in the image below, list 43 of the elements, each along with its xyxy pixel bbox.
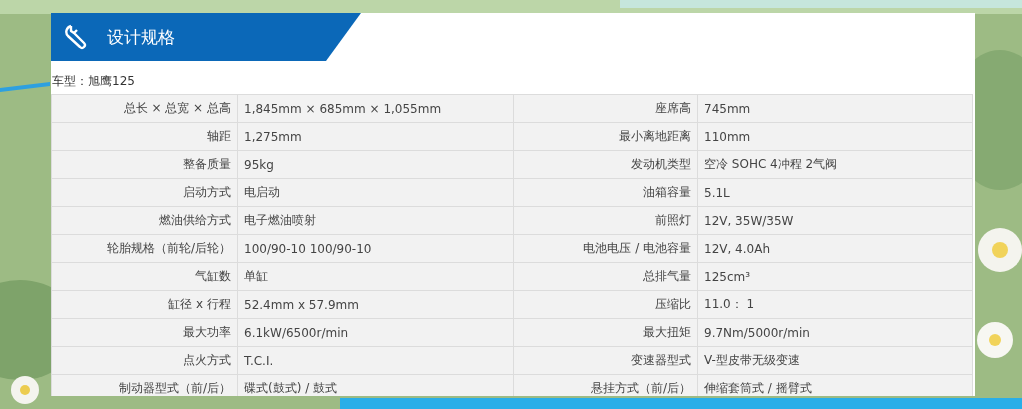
spec-value: 1,845mm × 685mm × 1,055mm xyxy=(237,94,514,123)
spec-label: 气缸数 xyxy=(51,262,238,291)
spec-label: 轮胎规格（前轮/后轮） xyxy=(51,234,238,263)
spec-value: 6.1kW/6500r/min xyxy=(237,318,514,347)
spec-value: 12V, 4.0Ah xyxy=(697,234,973,263)
spec-label: 整备质量 xyxy=(51,150,238,179)
spec-label: 座席高 xyxy=(513,94,698,123)
spec-value: V-型皮带无级变速 xyxy=(697,346,973,375)
spec-label: 压缩比 xyxy=(513,290,698,319)
model-label: 车型：旭鹰125 xyxy=(51,73,136,90)
spec-value: 单缸 xyxy=(237,262,514,291)
spec-label: 前照灯 xyxy=(513,206,698,235)
spec-label: 缸径 x 行程 xyxy=(51,290,238,319)
spec-label: 燃油供给方式 xyxy=(51,206,238,235)
spec-value: 100/90-10 100/90-10 xyxy=(237,234,514,263)
spec-value: 1,275mm xyxy=(237,122,514,151)
spec-value: 125cm³ xyxy=(697,262,973,291)
spec-value: 12V, 35W/35W xyxy=(697,206,973,235)
spec-label: 最小离地距离 xyxy=(513,122,698,151)
spec-value: 5.1L xyxy=(697,178,973,207)
spec-value: 52.4mm x 57.9mm xyxy=(237,290,514,319)
section-title: 设计规格 xyxy=(107,25,175,49)
spec-label: 启动方式 xyxy=(51,178,238,207)
spec-label: 总排气量 xyxy=(513,262,698,291)
spec-label: 变速器型式 xyxy=(513,346,698,375)
spec-value: 95kg xyxy=(237,150,514,179)
spec-value: 电子燃油喷射 xyxy=(237,206,514,235)
spec-label: 最大扭矩 xyxy=(513,318,698,347)
spec-label: 制动器型式（前/后） xyxy=(51,374,238,396)
spec-value: 745mm xyxy=(697,94,973,123)
spec-label: 发动机类型 xyxy=(513,150,698,179)
spec-value: 电启动 xyxy=(237,178,514,207)
spec-value: 11.0： 1 xyxy=(697,290,973,319)
spec-value: 110mm xyxy=(697,122,973,151)
spec-label: 点火方式 xyxy=(51,346,238,375)
spec-label: 轴距 xyxy=(51,122,238,151)
spec-label: 总长 × 总宽 × 总高 xyxy=(51,94,238,123)
spec-label: 电池电压 / 电池容量 xyxy=(513,234,698,263)
spec-label: 最大功率 xyxy=(51,318,238,347)
spec-value: 空冷 SOHC 4冲程 2气阀 xyxy=(697,150,973,179)
spec-label: 油箱容量 xyxy=(513,178,698,207)
spec-value: 9.7Nm/5000r/min xyxy=(697,318,973,347)
spec-value: T.C.I. xyxy=(237,346,514,375)
